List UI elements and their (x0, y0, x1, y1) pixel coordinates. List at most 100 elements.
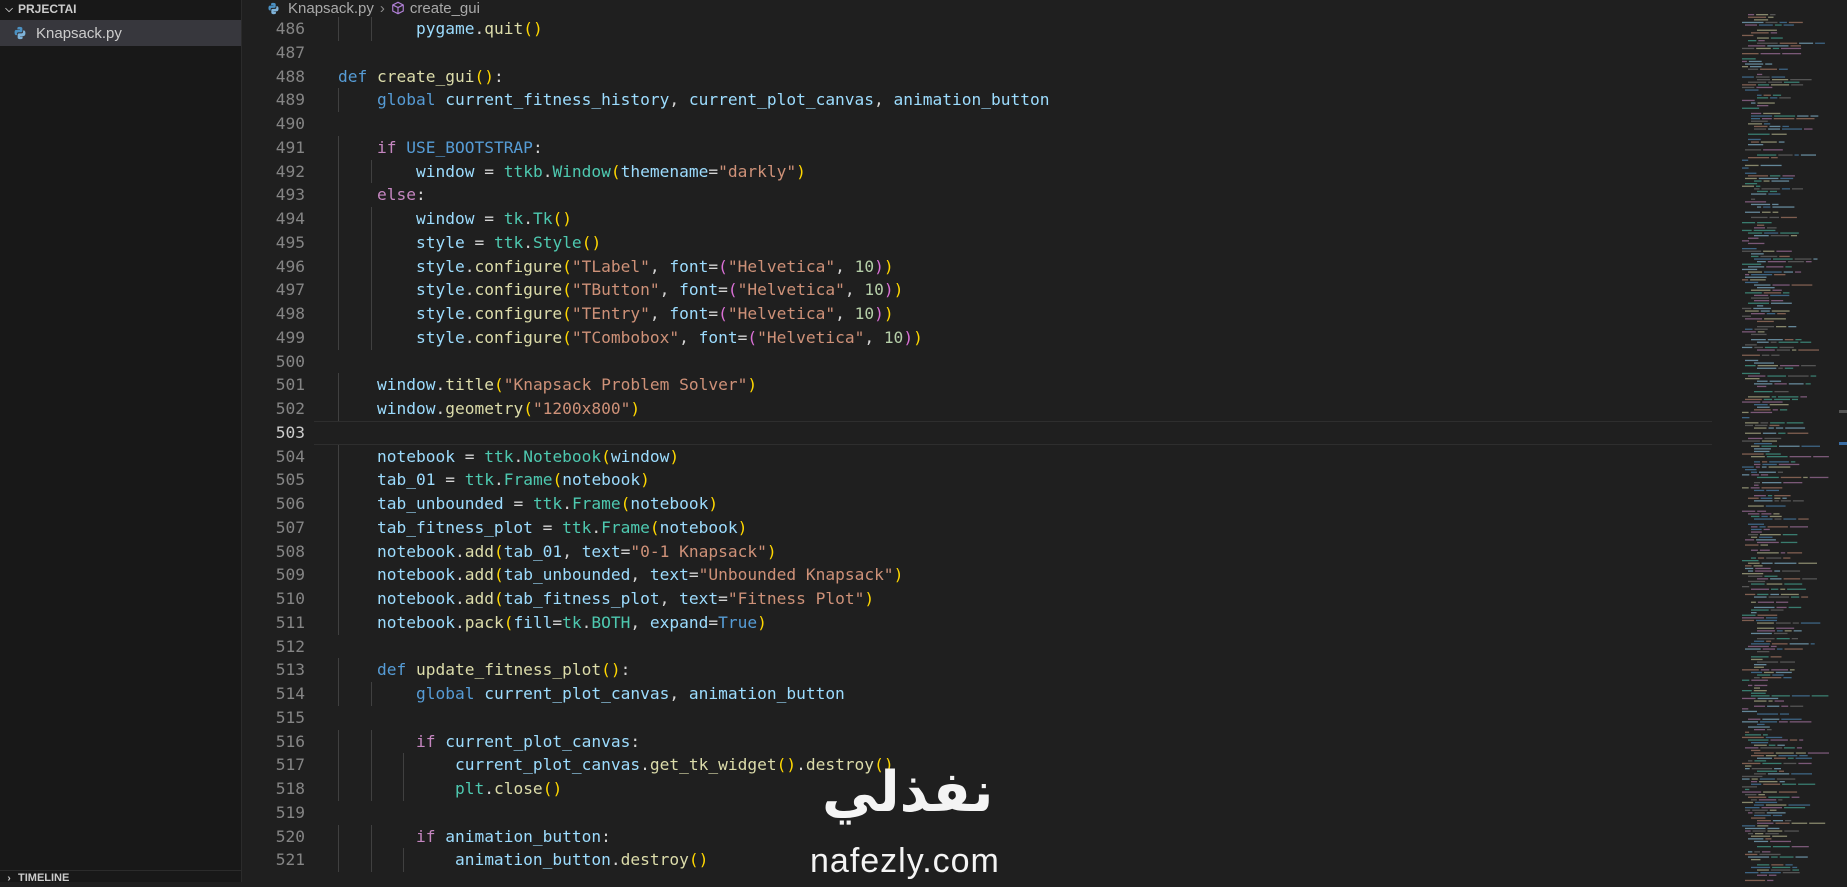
code-text[interactable]: if USE_BOOTSTRAP: (338, 136, 543, 160)
method-cube-icon (392, 1, 404, 15)
minimap-line (1809, 476, 1829, 479)
code-line[interactable]: 506 tab_unbounded = ttk.Frame(notebook) (242, 492, 1712, 516)
minimap-line (1810, 115, 1819, 117)
minimap-line (1795, 339, 1802, 341)
code-text[interactable]: window = tk.Tk() (338, 207, 572, 231)
code-line[interactable]: 505 tab_01 = ttk.Frame(notebook) (242, 468, 1712, 492)
minimap-line (1754, 482, 1760, 484)
minimap-line (1809, 822, 1826, 824)
code-line[interactable]: 500 (242, 350, 1712, 374)
code-line[interactable]: 498 style.configure("TEntry", font=("Hel… (242, 302, 1712, 326)
code-text[interactable]: style.configure("TLabel", font=("Helveti… (338, 255, 894, 279)
minimap-line (1787, 757, 1794, 759)
code-text[interactable]: tab_unbounded = ttk.Frame(notebook) (338, 492, 718, 516)
vertical-scrollbar[interactable] (1837, 0, 1847, 882)
code-line[interactable]: 501 window.title("Knapsack Problem Solve… (242, 373, 1712, 397)
minimap-line (1755, 833, 1764, 835)
code-line[interactable]: 515 (242, 706, 1712, 730)
minimap-line (1754, 851, 1760, 853)
minimap-line (1757, 29, 1777, 31)
code-text[interactable]: tab_fitness_plot = ttk.Frame(notebook) (338, 516, 747, 540)
minimap-line (1796, 747, 1802, 749)
minimap-line (1753, 307, 1771, 310)
code-line[interactable]: 495 style = ttk.Style() (242, 230, 1712, 255)
minimap-line (1771, 84, 1790, 86)
line-number: 491 (275, 137, 305, 157)
minimap-line (1764, 346, 1778, 349)
code-line[interactable]: 510 notebook.add(tab_fitness_plot, text=… (242, 587, 1712, 611)
code-text[interactable]: style = ttk.Style() (338, 231, 601, 255)
code-text[interactable]: global current_plot_canvas, animation_bu… (338, 682, 845, 706)
code-text[interactable]: else: (338, 183, 426, 207)
code-line[interactable]: 507 tab_fitness_plot = ttk.Frame(noteboo… (242, 515, 1712, 540)
code-line[interactable]: 486 pygame.quit() (242, 17, 1712, 41)
minimap-line (1750, 411, 1773, 414)
minimap-line (1775, 752, 1794, 754)
code-line[interactable]: 513 def update_fitness_plot(): (242, 658, 1712, 682)
code-line[interactable]: 492 window = ttkb.Window(themename="dark… (242, 159, 1712, 184)
code-line[interactable]: 490 (242, 112, 1712, 136)
minimap-line (1760, 141, 1777, 143)
code-line[interactable]: 489 global current_fitness_history, curr… (242, 88, 1712, 112)
code-line[interactable]: 508 notebook.add(tab_01, text="0-1 Knaps… (242, 539, 1712, 564)
code-text[interactable]: if animation_button: (338, 825, 611, 849)
code-text[interactable]: notebook.add(tab_01, text="0-1 Knapsack"… (338, 540, 777, 564)
code-text[interactable]: pygame.quit() (338, 17, 543, 41)
code-text[interactable]: notebook = ttk.Notebook(window) (338, 445, 679, 469)
file-item-knapsack[interactable]: Knapsack.py (0, 20, 241, 46)
code-text[interactable]: window.title("Knapsack Problem Solver") (338, 373, 757, 397)
code-area[interactable]: 486 pygame.quit() 487 488 def create_gui():… (242, 17, 1720, 872)
code-text[interactable]: def create_gui(): (338, 65, 504, 89)
code-line[interactable]: 512 (242, 635, 1712, 659)
code-text[interactable]: tab_01 = ttk.Frame(notebook) (338, 468, 650, 492)
code-editor[interactable]: Knapsack.py › create_gui 486 pygame.quit… (242, 0, 1847, 882)
code-line[interactable]: 503 (242, 420, 1720, 445)
code-text[interactable]: style.configure("TButton", font=("Helvet… (338, 278, 903, 302)
code-text[interactable]: global current_fitness_history, current_… (338, 88, 1050, 112)
code-text[interactable]: plt.close() (338, 777, 562, 801)
minimap-line (1758, 84, 1769, 86)
code-text[interactable]: if current_plot_canvas: (338, 730, 640, 754)
code-text[interactable]: notebook.add(tab_unbounded, text="Unboun… (338, 563, 903, 587)
code-text[interactable]: window.geometry("1200x800") (338, 397, 640, 421)
minimap-line (1780, 588, 1786, 590)
code-text[interactable]: style.configure("TEntry", font=("Helveti… (338, 302, 894, 326)
code-line[interactable]: 493 else: (242, 183, 1712, 207)
breadcrumb-symbol[interactable]: create_gui (410, 0, 480, 17)
code-line[interactable]: 502 window.geometry("1200x800") (242, 397, 1712, 421)
minimap-line (1757, 190, 1768, 193)
code-line[interactable]: 494 window = tk.Tk() (242, 207, 1712, 231)
code-text[interactable]: notebook.add(tab_fitness_plot, text="Fit… (338, 587, 874, 611)
timeline-section-header[interactable]: › TIMELINE (0, 870, 241, 885)
code-text[interactable]: window = ttkb.Window(themename="darkly") (338, 160, 806, 184)
minimap-line (1748, 68, 1759, 70)
breadcrumb-file[interactable]: Knapsack.py (288, 0, 374, 17)
explorer-project-header[interactable]: ⌵ PRJECTAI (0, 0, 241, 18)
code-line[interactable]: 487 (242, 41, 1712, 65)
code-line[interactable]: 488 def create_gui(): (242, 65, 1712, 89)
minimap-line (1779, 42, 1798, 44)
minimap-line (1751, 835, 1771, 837)
minimap[interactable] (1712, 0, 1837, 882)
minimap-line (1776, 349, 1790, 351)
minimap-line (1758, 557, 1765, 559)
code-text[interactable]: animation_button.destroy() (338, 848, 708, 872)
minimap-line (1783, 292, 1790, 294)
code-line[interactable]: 499 style.configure("TCombobox", font=("… (242, 325, 1712, 350)
chevron-down-icon[interactable]: ⌵ (0, 4, 18, 15)
code-line[interactable]: 496 style.configure("TLabel", font=("Hel… (242, 254, 1712, 279)
code-line[interactable]: 511 notebook.pack(fill=tk.BOTH, expand=T… (242, 610, 1712, 635)
minimap-line (1792, 398, 1798, 401)
code-text[interactable]: style.configure("TCombobox", font=("Helv… (338, 326, 923, 350)
code-line[interactable]: 497 style.configure("TButton", font=("He… (242, 278, 1712, 302)
code-line[interactable]: 509 notebook.add(tab_unbounded, text="Un… (242, 563, 1712, 587)
code-line[interactable]: 504 notebook = ttk.Notebook(window) (242, 444, 1712, 469)
minimap-line (1768, 466, 1791, 468)
code-text[interactable]: notebook.pack(fill=tk.BOTH, expand=True) (338, 611, 767, 635)
minimap-line (1770, 14, 1776, 16)
minimap-line (1751, 742, 1769, 744)
code-line[interactable]: 514 global current_plot_canvas, animatio… (242, 682, 1712, 706)
code-text[interactable]: def update_fitness_plot(): (338, 658, 630, 682)
code-line[interactable]: 516 if current_plot_canvas: (242, 729, 1712, 754)
code-line[interactable]: 491 if USE_BOOTSTRAP: (242, 135, 1712, 160)
